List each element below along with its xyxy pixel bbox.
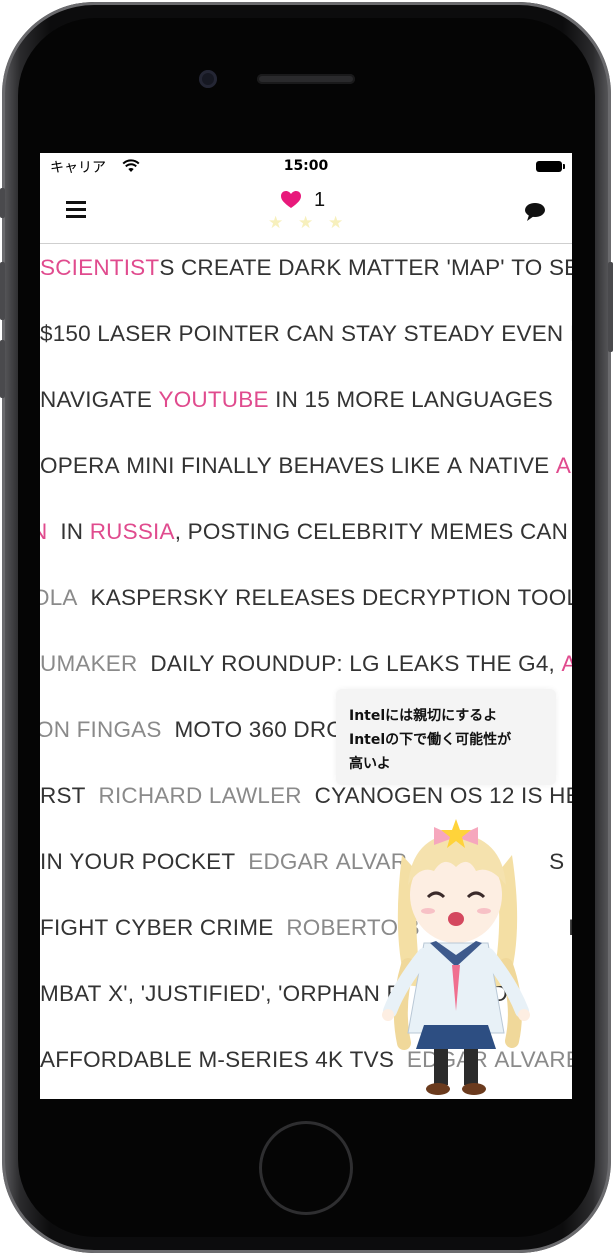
earpiece-speaker bbox=[257, 74, 355, 84]
keyword-highlight: RUSSIA bbox=[89, 519, 175, 544]
volume-down-button bbox=[0, 340, 5, 398]
keyword-highlight: A bbox=[555, 453, 572, 478]
headline-row[interactable]: N IN RUSSIA, POSTING CELEBRITY MEMES CAN… bbox=[40, 519, 572, 545]
mascot-character[interactable] bbox=[372, 815, 542, 1099]
nav-bar: 1 ★ ★ ★ bbox=[40, 181, 572, 244]
headline-text: KASPERSKY RELEASES DECRYPTION TOOL bbox=[77, 585, 572, 610]
headline-text: MBAT X', 'JUSTIFIED', 'ORPHAN B bbox=[40, 981, 402, 1006]
author-name: ON FINGAS bbox=[40, 717, 162, 742]
status-bar: キャリア 15:00 bbox=[40, 153, 572, 181]
bubble-line-3: 高いよ bbox=[349, 756, 391, 772]
author-name: RICHARD LAWLER bbox=[85, 783, 302, 808]
headline-text: DAILY ROUNDUP: LG LEAKS THE G4, bbox=[137, 651, 562, 676]
headline-text: IN 15 MORE LANGUAGES bbox=[268, 387, 553, 412]
author-name: UMAKER bbox=[40, 651, 138, 676]
headline-text: IN bbox=[47, 519, 90, 544]
headline-text: OPERA MINI FINALLY BEHAVES LIKE A NATIVE bbox=[40, 453, 556, 478]
star-icon: ★ bbox=[298, 213, 314, 233]
keyword-highlight: A bbox=[561, 651, 572, 676]
headline-row[interactable]: ON FINGAS MOTO 360 DRC bbox=[40, 717, 343, 743]
rating-stars: ★ ★ ★ bbox=[268, 213, 348, 233]
headline-text: CYANOGEN OS 12 IS HER bbox=[301, 783, 572, 808]
star-icon: ★ bbox=[268, 213, 284, 233]
headline-row[interactable]: SCIENTISTS CREATE DARK MATTER 'MAP' TO S… bbox=[40, 255, 572, 281]
power-button bbox=[608, 262, 613, 352]
headline-text: $150 LASER POINTER CAN STAY STEADY EVEN … bbox=[40, 321, 572, 346]
keyword-highlight: YOUTUBE bbox=[158, 387, 269, 412]
headline-text: AFFORDABLE M-SERIES 4K TVS bbox=[40, 1047, 395, 1072]
headline-row[interactable]: OPERA MINI FINALLY BEHAVES LIKE A NATIVE… bbox=[40, 453, 571, 479]
headline-text: NAVIGATE bbox=[40, 387, 159, 412]
heart-icon bbox=[281, 191, 301, 208]
like-count: 1 bbox=[314, 189, 326, 211]
headline-row[interactable]: UMAKER DAILY ROUNDUP: LG LEAKS THE G4, A bbox=[40, 651, 572, 677]
headline-text: MOTO 360 DRC bbox=[161, 717, 343, 742]
mute-switch bbox=[0, 188, 5, 218]
app-screen: キャリア 15:00 1 ★ ★ ★ SCIENTISTS CREATE DAR… bbox=[40, 153, 572, 1099]
headline-text: , POSTING CELEBRITY MEMES CAN I bbox=[174, 519, 572, 544]
bubble-line-2: Intelの下で働く可能性が bbox=[349, 732, 512, 748]
chat-bubble-icon[interactable] bbox=[524, 202, 546, 222]
headline-row[interactable]: $150 LASER POINTER CAN STAY STEADY EVEN … bbox=[40, 321, 572, 347]
volume-up-button bbox=[0, 262, 5, 320]
hamburger-icon[interactable] bbox=[66, 201, 86, 219]
headline-row[interactable]: OLA KASPERSKY RELEASES DECRYPTION TOOL bbox=[40, 585, 572, 611]
home-button[interactable] bbox=[259, 1121, 353, 1215]
headline-row[interactable]: NAVIGATE YOUTUBE IN 15 MORE LANGUAGES bbox=[40, 387, 553, 413]
star-icon: ★ bbox=[328, 213, 344, 233]
headline-text: FIGHT CYBER CRIME bbox=[40, 915, 274, 940]
front-camera bbox=[199, 70, 217, 88]
headline-text: IN YOUR POCKET bbox=[40, 849, 236, 874]
battery-icon bbox=[536, 161, 565, 172]
status-time: 15:00 bbox=[283, 158, 329, 174]
author-name: OLA bbox=[40, 585, 78, 610]
headline-text: S CREATE DARK MATTER 'MAP' TO SE bbox=[159, 255, 572, 280]
headline-row[interactable]: RST RICHARD LAWLER CYANOGEN OS 12 IS HER bbox=[40, 783, 572, 809]
mascot-speech-bubble: Intelには親切にするよ Intelの下で働く可能性が 高いよ bbox=[336, 689, 556, 785]
headline-text: RST bbox=[40, 783, 86, 808]
bubble-line-1: Intelには親切にするよ bbox=[349, 708, 498, 724]
keyword-highlight: SCIENTIST bbox=[40, 255, 160, 280]
